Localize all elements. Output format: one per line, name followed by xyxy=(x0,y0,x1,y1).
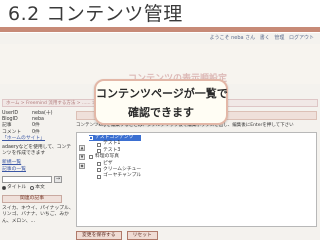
callout-line-2: 確認できます xyxy=(128,106,194,119)
move-up-button[interactable]: ▲ xyxy=(79,145,85,151)
folder-icon xyxy=(89,136,93,141)
page-icon xyxy=(97,174,101,179)
userbar-write-link[interactable]: 書く xyxy=(260,35,270,41)
reset-button[interactable]: リセット xyxy=(126,231,158,240)
userbar-admin-link[interactable]: 管理 xyxy=(274,35,284,41)
page-icon xyxy=(97,161,101,166)
radio-title[interactable] xyxy=(2,185,6,190)
tree-node[interactable]: ゴーヤチャンプル xyxy=(97,173,141,179)
userbar-logout-link[interactable]: ログアウト xyxy=(289,35,314,41)
slide-title: 6.2 コンテンツ管理 xyxy=(8,3,183,25)
folder-icon xyxy=(89,155,93,160)
main-content: コンテンツの表示順設定 コンテンツkeyを編集することは、ダブルクリック後で編集… xyxy=(76,111,317,240)
save-order-button[interactable]: 変更を保存する xyxy=(76,231,122,240)
post-list-link[interactable]: 記事の一覧 xyxy=(2,167,74,173)
user-greeting: ようこそ neba さん xyxy=(209,35,256,41)
screenshot-area: ようこそ neba さん 書く 管理 ログアウト コンテンツの表示順設定 ホーム… xyxy=(0,33,320,240)
search-scope-options: タイトル 本文 xyxy=(2,185,74,191)
page-icon xyxy=(97,142,101,147)
sidebar: UserID neba(十) BlogID neba 記事 0件 コメント 0件… xyxy=(2,111,74,225)
page-icon xyxy=(97,168,101,173)
indent-button[interactable]: ◆ xyxy=(79,163,85,169)
radio-title-label: タイトル xyxy=(7,184,27,190)
my-site-link[interactable]: 「ホームのサイト」 xyxy=(2,136,74,142)
tree-node-label: ゴーヤチャンプル xyxy=(103,173,142,179)
arrow-right-icon: → xyxy=(55,176,61,183)
content-tree: テストコンテンツ テスト1 テスト3 料理の写真 ピザ クリームシチュー ゴーヤ… xyxy=(89,135,142,180)
callout-line-1: コンテンツページが一覧で xyxy=(96,87,228,100)
search-button[interactable]: → xyxy=(54,175,62,183)
page-icon xyxy=(97,149,101,154)
info-key: コメント xyxy=(2,129,22,135)
sidebar-search: → xyxy=(2,175,74,183)
radio-body-label: 本文 xyxy=(35,184,45,190)
tag-list: スイカ、キウイ、パイナップル、リンゴ、バナナ、いちご、みかん、メロン、... xyxy=(2,206,74,224)
search-input[interactable] xyxy=(2,175,52,183)
tree-controls: ▲ ▼ ◆ xyxy=(79,145,86,172)
content-tree-panel: ▲ ▼ ◆ テストコンテンツ テスト1 テスト3 料理の写真 ピザ クリームシチ… xyxy=(76,132,317,227)
move-down-button[interactable]: ▼ xyxy=(79,154,85,160)
sidebar-description: adaeryなどを使用して、コンテンツを作成できます xyxy=(2,145,72,157)
info-value: 0件 xyxy=(32,129,40,135)
related-posts-heading: 関連の記事 xyxy=(2,195,62,204)
radio-body[interactable] xyxy=(30,185,35,190)
title-divider xyxy=(0,27,320,32)
callout-bubble: コンテンツページが一覧で 確認できます xyxy=(94,79,228,125)
action-buttons: 変更を保存する リセット xyxy=(76,231,317,240)
user-bar: ようこそ neba さん 書く 管理 ログアウト xyxy=(207,35,315,42)
